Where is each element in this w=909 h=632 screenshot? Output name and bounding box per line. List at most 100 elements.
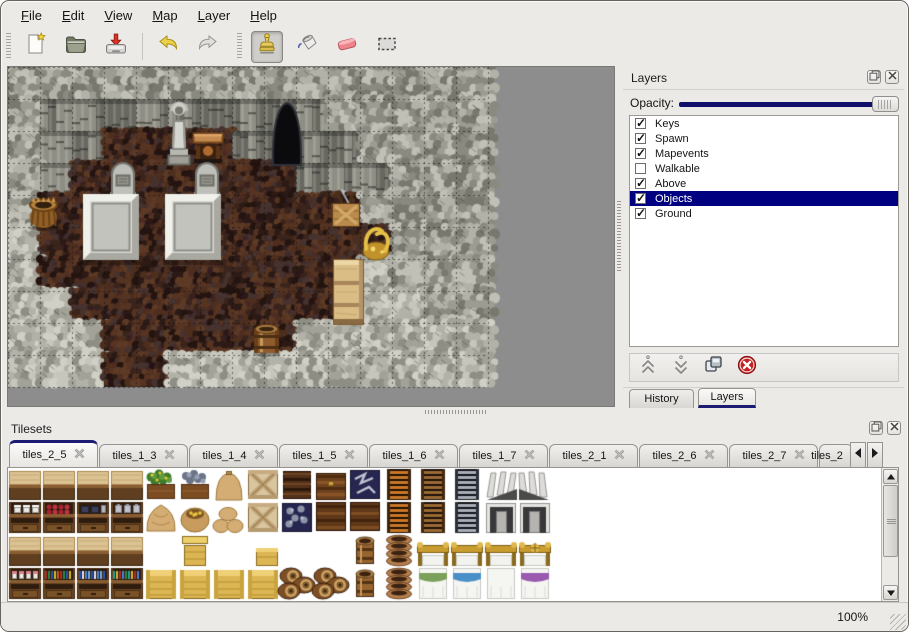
layer-label: Above — [655, 178, 686, 190]
menu-layer[interactable]: Layer — [188, 5, 241, 26]
tab-close-icon[interactable] — [524, 449, 535, 463]
layer-label: Keys — [655, 118, 679, 130]
menu-map[interactable]: Map — [142, 5, 187, 26]
layer-row-spawn[interactable]: ✓Spawn — [630, 131, 898, 146]
stamp-tool-button[interactable] — [251, 31, 283, 63]
tilesets-close-button[interactable] — [887, 421, 901, 435]
layer-visibility-checkbox[interactable]: ✓ — [635, 133, 646, 144]
fill-tool-button[interactable] — [291, 31, 323, 63]
close-icon — [889, 419, 900, 437]
splitter-grip[interactable] — [617, 201, 621, 271]
layers-close-button[interactable] — [885, 70, 899, 84]
tab-close-icon[interactable] — [164, 449, 175, 463]
tab-history[interactable]: History — [629, 389, 694, 408]
tileset-canvas[interactable] — [8, 468, 882, 601]
layer-actions-bar — [629, 353, 899, 382]
vertical-splitter[interactable] — [615, 66, 623, 407]
tileset-tab-tiles_1_4[interactable]: tiles_1_4 — [189, 444, 278, 468]
tab-close-icon[interactable] — [74, 448, 85, 462]
tileset-tab-label: tiles_1_3 — [112, 450, 156, 462]
tilesets-restore-button[interactable] — [869, 421, 883, 435]
save-button[interactable] — [100, 31, 132, 63]
redo-icon — [195, 31, 221, 62]
layers-restore-button[interactable] — [867, 70, 881, 84]
tileset-tab-tiles_2_7[interactable]: tiles_2_7 — [729, 444, 818, 468]
restore-icon — [869, 68, 880, 86]
menu-file[interactable]: File — [11, 5, 52, 26]
splitter-grip[interactable] — [425, 410, 487, 414]
undo-button[interactable] — [152, 31, 184, 63]
menu-mnemonic: L — [198, 8, 205, 23]
layer-row-ground[interactable]: ✓Ground — [630, 206, 898, 221]
eraser-icon — [334, 31, 360, 62]
horizontal-splitter[interactable] — [1, 408, 908, 415]
tab-close-icon[interactable] — [344, 449, 355, 463]
scroll-up-button[interactable] — [883, 469, 898, 484]
grip-dots — [887, 519, 896, 524]
layer-visibility-checkbox[interactable] — [635, 163, 646, 174]
menu-help[interactable]: Help — [240, 5, 287, 26]
tab-close-icon[interactable] — [254, 449, 265, 463]
tileset-tab-tiles_1_5[interactable]: tiles_1_5 — [279, 444, 368, 468]
opacity-slider-track[interactable] — [679, 102, 895, 107]
redo-button[interactable] — [192, 31, 224, 63]
scroll-down-button[interactable] — [883, 585, 898, 600]
layer-row-walkable[interactable]: Walkable — [630, 161, 898, 176]
tileset-tab-tiles_2_5[interactable]: tiles_2_5 — [9, 440, 98, 468]
tab-close-icon[interactable] — [614, 449, 625, 463]
tileset-tab-tiles_1_6[interactable]: tiles_1_6 — [369, 444, 458, 468]
tileset-tab-tiles_2_1[interactable]: tiles_2_1 — [549, 444, 638, 468]
layer-list: ✓Keys✓Spawn✓MapeventsWalkable✓Above✓Obje… — [629, 115, 899, 347]
new-map-button[interactable] — [20, 31, 52, 63]
toolbar-drag-handle[interactable] — [6, 33, 11, 60]
menubar: FileEditViewMapLayerHelp — [1, 3, 908, 27]
layer-label: Mapevents — [655, 148, 709, 160]
tab-close-icon[interactable] — [704, 449, 715, 463]
eraser-tool-button[interactable] — [331, 31, 363, 63]
opacity-label: Opacity: — [630, 96, 674, 110]
tileset-tab-label: tiles_2_6 — [652, 450, 696, 462]
layer-visibility-checkbox[interactable]: ✓ — [635, 193, 646, 204]
tab-layers[interactable]: Layers — [698, 388, 756, 408]
resize-grip[interactable] — [890, 614, 906, 630]
stamp-icon — [254, 31, 280, 62]
tileset-tab-label: tiles_1_5 — [292, 450, 336, 462]
delete-layer-button[interactable] — [735, 356, 759, 380]
menu-mnemonic: M — [152, 8, 163, 23]
new-file-icon — [23, 31, 49, 62]
arrow-up-icon — [886, 468, 896, 486]
layer-row-keys[interactable]: ✓ Keys — [630, 116, 898, 131]
tileset-tab-label: tiles_1_7 — [472, 450, 516, 462]
layer-row-mapevents[interactable]: ✓ Mapevents — [630, 146, 898, 161]
tab-close-icon[interactable] — [794, 449, 805, 463]
map-canvas[interactable] — [8, 67, 614, 406]
tileset-tab-tiles_2[interactable]: tiles_2 — [819, 444, 850, 468]
tab-close-icon[interactable] — [434, 449, 445, 463]
opacity-slider-handle[interactable] — [872, 96, 899, 112]
move-layer-up-button[interactable] — [636, 356, 660, 380]
tileset-tab-tiles_2_6[interactable]: tiles_2_6 — [639, 444, 728, 468]
status-bar: 100% — [1, 602, 908, 632]
move-layer-down-button[interactable] — [669, 356, 693, 380]
menu-edit[interactable]: Edit — [52, 5, 94, 26]
layer-visibility-checkbox[interactable]: ✓ — [635, 178, 646, 189]
duplicate-layer-button[interactable] — [702, 356, 726, 380]
tileset-tab-tiles_1_3[interactable]: tiles_1_3 — [99, 444, 188, 468]
tileset-scrollbar[interactable] — [881, 468, 898, 601]
menu-view[interactable]: View — [94, 5, 142, 26]
tab-scroll-left-button[interactable] — [850, 442, 866, 468]
select-tool-button[interactable] — [371, 31, 403, 63]
tileset-content — [7, 467, 899, 602]
tab-scroll-right-button[interactable] — [867, 442, 883, 468]
layer-row-objects[interactable]: ✓Objects — [630, 191, 898, 206]
layer-visibility-checkbox[interactable]: ✓ — [635, 148, 646, 159]
divider — [623, 89, 904, 90]
open-button[interactable] — [60, 31, 92, 63]
layer-row-above[interactable]: ✓ Above — [630, 176, 898, 191]
scrollbar-thumb[interactable] — [883, 485, 898, 557]
restore-icon — [871, 419, 882, 437]
toolbar-drag-handle[interactable] — [237, 33, 242, 60]
tileset-tab-tiles_1_7[interactable]: tiles_1_7 — [459, 444, 548, 468]
layer-visibility-checkbox[interactable]: ✓ — [635, 118, 646, 129]
layer-visibility-checkbox[interactable]: ✓ — [635, 208, 646, 219]
